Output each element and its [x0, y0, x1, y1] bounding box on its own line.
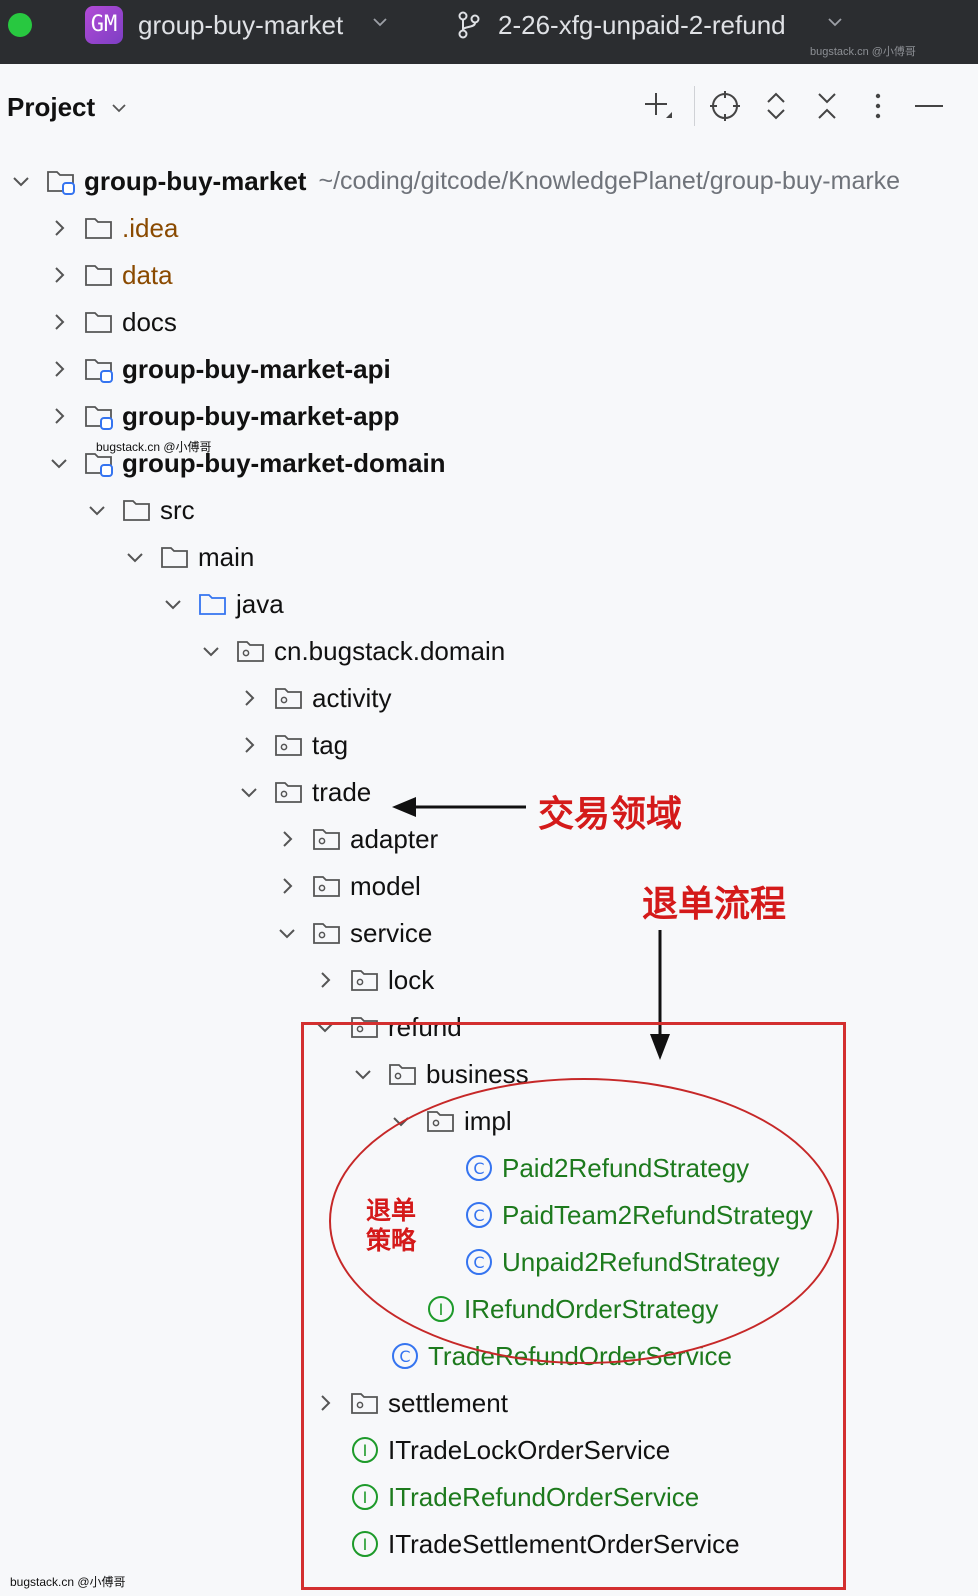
chevron-right-icon[interactable]	[276, 875, 298, 897]
annotation-refund-strategy: 退单 策略	[366, 1196, 416, 1256]
expand-all-icon[interactable]	[758, 88, 794, 124]
package-icon	[313, 876, 340, 897]
tree-row-docs[interactable]: docs	[48, 299, 177, 345]
tree-row-tag[interactable]: tag	[238, 722, 348, 768]
tree-row-package[interactable]: cn.bugstack.domain	[200, 628, 505, 674]
tree-row-app[interactable]: group-buy-market-app	[48, 393, 399, 439]
tree-row-domain[interactable]: group-buy-market-domain	[48, 440, 446, 486]
tree-row-adapter[interactable]: adapter	[276, 816, 438, 862]
chevron-down-icon[interactable]	[48, 452, 70, 474]
tree-label: trade	[312, 776, 372, 807]
tree-row-trade[interactable]: trade	[238, 769, 371, 815]
project-panel-header: Project	[0, 64, 978, 148]
annotation-line: 策略	[366, 1226, 417, 1255]
project-switcher-label[interactable]: group-buy-market	[138, 10, 343, 41]
tree-label: group-buy-market-domain	[122, 447, 446, 478]
package-icon	[275, 688, 302, 709]
chevron-down-icon[interactable]	[162, 593, 184, 615]
tree-row-main[interactable]: main	[124, 534, 254, 580]
project-path: ~/coding/gitcode/KnowledgePlanet/group-b…	[318, 166, 901, 195]
chevron-down-icon[interactable]	[86, 499, 108, 521]
chevron-right-icon[interactable]	[48, 405, 70, 427]
more-icon[interactable]	[860, 88, 896, 124]
tree-row-activity[interactable]: activity	[238, 675, 391, 721]
chevron-right-icon[interactable]	[314, 969, 336, 991]
module-folder-icon	[85, 359, 113, 383]
watermark: bugstack.cn @小傅哥	[810, 46, 916, 58]
package-icon	[313, 829, 340, 850]
tree-label: data	[122, 259, 173, 290]
package-icon	[237, 641, 264, 662]
tree-label: docs	[122, 306, 177, 337]
collapse-all-icon[interactable]	[809, 88, 845, 124]
chevron-down-icon[interactable]	[238, 781, 260, 803]
chevron-right-icon[interactable]	[276, 828, 298, 850]
tree-label: main	[198, 541, 255, 572]
chevron-down-icon[interactable]	[124, 546, 146, 568]
module-folder-icon	[85, 453, 113, 477]
chevron-right-icon[interactable]	[48, 264, 70, 286]
chevron-right-icon[interactable]	[238, 734, 260, 756]
tree-label: activity	[312, 682, 392, 713]
package-icon	[351, 970, 378, 991]
tree-row-api[interactable]: group-buy-market-api	[48, 346, 391, 392]
tree-label: group-buy-market-app	[122, 400, 400, 431]
folder-icon	[161, 547, 188, 568]
branch-switcher-label[interactable]: 2-26-xfg-unpaid-2-refund	[498, 10, 786, 41]
tree-label: java	[236, 588, 284, 619]
folder-icon	[123, 500, 150, 521]
tree-row-java[interactable]: java	[162, 581, 284, 627]
tree-label: group-buy-market-api	[122, 353, 391, 384]
chevron-down-icon[interactable]	[110, 99, 128, 117]
locate-icon[interactable]	[707, 88, 743, 124]
tree-row-src[interactable]: src	[86, 487, 195, 533]
project-badge[interactable]: GM	[85, 6, 123, 44]
title-bar: GM group-buy-market 2-26-xfg-unpaid-2-re…	[0, 0, 978, 64]
tree-label: adapter	[350, 823, 439, 854]
tree-label: group-buy-market	[84, 165, 307, 196]
package-icon	[275, 782, 302, 803]
package-icon	[275, 735, 302, 756]
chevron-down-icon[interactable]	[827, 14, 843, 30]
tree-row-model[interactable]: model	[276, 863, 421, 909]
annotation-trade-domain: 交易领域	[538, 794, 683, 835]
source-folder-icon	[199, 594, 226, 615]
panel-title[interactable]: Project	[7, 92, 95, 123]
tree-label: .idea	[122, 212, 179, 243]
tree-label: lock	[388, 964, 435, 995]
folder-icon	[85, 218, 112, 239]
tree-row-service[interactable]: service	[276, 910, 432, 956]
tree-label: model	[350, 870, 421, 901]
add-icon[interactable]	[640, 88, 676, 124]
chevron-down-icon[interactable]	[10, 170, 32, 192]
chevron-down-icon[interactable]	[276, 922, 298, 944]
chevron-right-icon[interactable]	[48, 311, 70, 333]
tree-row-root[interactable]: group-buy-market ~/coding/gitcode/Knowle…	[10, 158, 900, 204]
tree-label: cn.bugstack.domain	[274, 635, 506, 666]
chevron-right-icon[interactable]	[48, 217, 70, 239]
chevron-right-icon[interactable]	[238, 687, 260, 709]
annotation-line: 退单	[366, 1196, 417, 1225]
tree-row-lock[interactable]: lock	[314, 957, 434, 1003]
tree-label: src	[160, 494, 195, 525]
tree-label: service	[350, 917, 433, 948]
watermark: bugstack.cn @小傅哥	[10, 1575, 126, 1589]
chevron-down-icon[interactable]	[200, 640, 222, 662]
package-icon	[313, 923, 340, 944]
module-folder-icon	[85, 406, 113, 430]
tree-row-idea[interactable]: .idea	[48, 205, 178, 251]
tree-label: tag	[312, 729, 349, 760]
module-folder-icon	[47, 171, 75, 195]
git-branch-icon	[458, 11, 480, 39]
chevron-down-icon[interactable]	[372, 14, 388, 30]
arrow-left-annotation	[392, 797, 526, 817]
hide-icon[interactable]	[911, 88, 947, 124]
folder-icon	[85, 312, 112, 333]
annotation-refund-flow: 退单流程	[642, 884, 787, 925]
chevron-right-icon[interactable]	[48, 358, 70, 380]
window-close-button[interactable]	[8, 13, 32, 37]
folder-icon	[85, 265, 112, 286]
toolbar-separator	[694, 86, 695, 126]
tree-row-data[interactable]: data	[48, 252, 173, 298]
